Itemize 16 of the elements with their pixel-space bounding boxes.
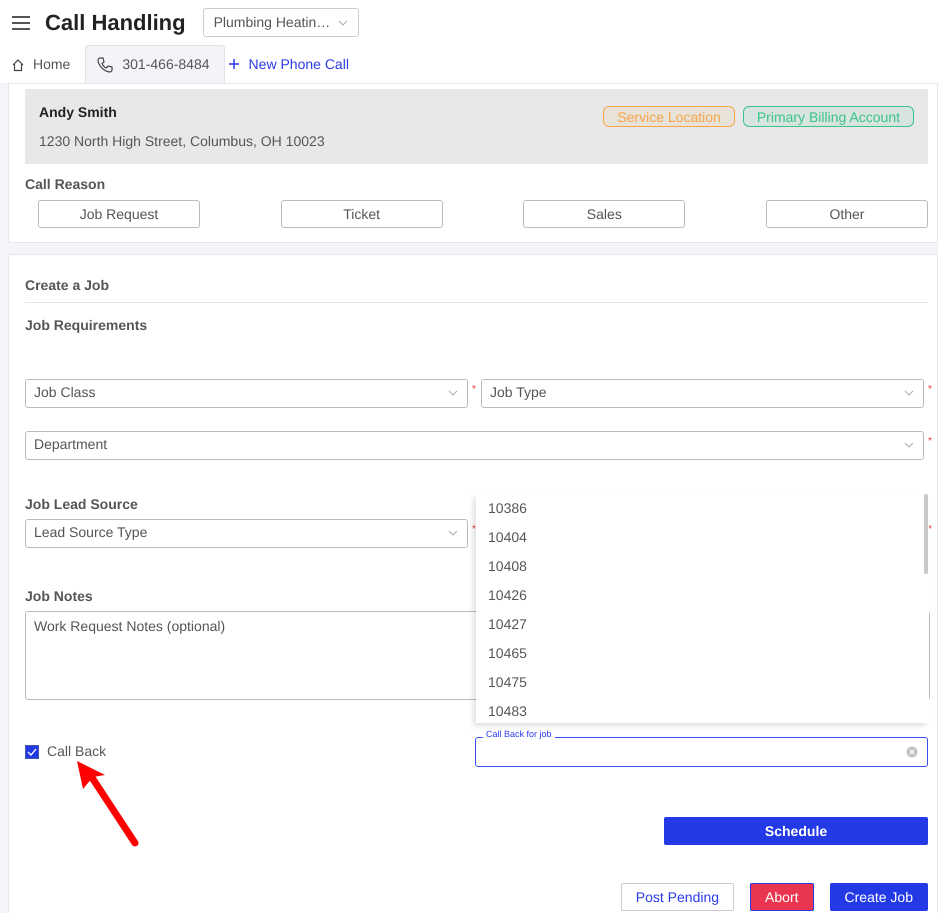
tag: Primary Billing Account [742, 106, 914, 127]
field-label: Call Back for job [483, 729, 555, 740]
section-title: Call Reason [25, 175, 106, 194]
customer-name: Andy Smith [39, 103, 118, 122]
required-mark: * [471, 523, 477, 537]
required-mark: * [927, 383, 933, 397]
tag: Service Location [603, 106, 735, 127]
checkbox-label: Call Back [47, 742, 106, 761]
page-title: Call Handling [45, 9, 186, 37]
required-mark: * [927, 435, 933, 449]
section-title: Job Lead Source [25, 495, 138, 514]
required-mark: * [471, 383, 477, 397]
section-title: Job Requirements [25, 316, 148, 335]
section-title: Create a Job [25, 276, 110, 295]
customer-address: 1230 North High Street, Columbus, OH 10023 [39, 132, 325, 151]
section-title: Job Notes [25, 587, 93, 606]
